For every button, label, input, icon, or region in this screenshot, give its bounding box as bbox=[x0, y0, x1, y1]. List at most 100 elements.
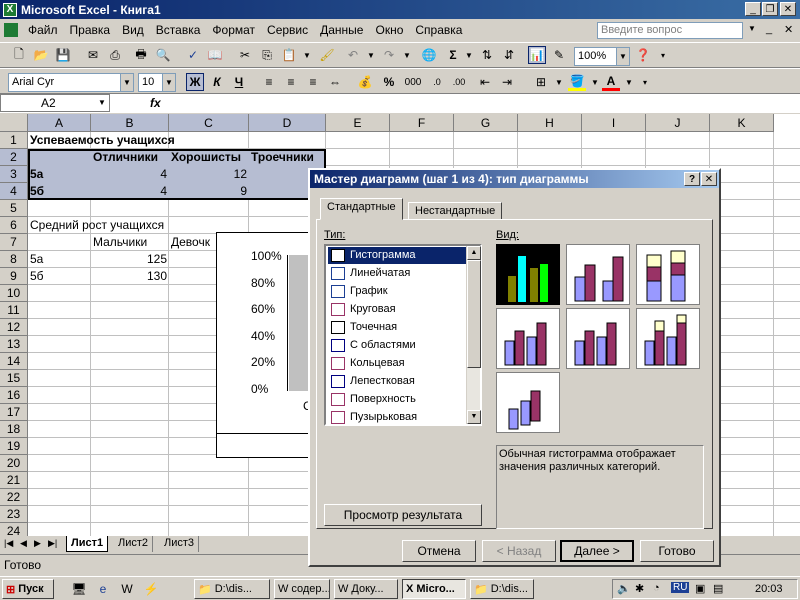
chart-type-list[interactable]: Гистограмма Линейчатая График Круговая Точеч… bbox=[324, 244, 482, 426]
zoom-select[interactable]: 100% ▼ bbox=[574, 47, 630, 66]
currency-icon[interactable]: 💰 bbox=[356, 73, 374, 91]
chart-subtype-thumb[interactable] bbox=[496, 244, 560, 305]
tab-sheet2[interactable]: Лист2 bbox=[114, 536, 154, 552]
name-box[interactable]: A2 bbox=[0, 94, 110, 112]
row2-label-5b[interactable]: 5б bbox=[28, 268, 46, 285]
chart-subtype-gallery[interactable] bbox=[496, 244, 706, 434]
cut-icon[interactable]: ✂ bbox=[236, 46, 254, 64]
row-header-21[interactable]: 21 bbox=[0, 472, 28, 489]
font-select[interactable]: Arial Cyr ▼ bbox=[8, 73, 134, 92]
start-button[interactable]: ⊞ Пуск bbox=[2, 579, 54, 599]
row-header-23[interactable]: 23 bbox=[0, 506, 28, 523]
toolbar2-options-icon[interactable]: ▾ bbox=[636, 73, 654, 91]
borders-dropdown-icon[interactable]: ▼ bbox=[550, 73, 568, 91]
menu-tools[interactable]: Сервис bbox=[261, 23, 314, 37]
volume-icon[interactable]: 🔈 bbox=[617, 582, 631, 595]
quicklaunch-word-icon[interactable]: W bbox=[118, 580, 136, 598]
header-girls[interactable]: Девочк bbox=[169, 234, 212, 251]
column-header-d[interactable]: D bbox=[249, 114, 326, 132]
minimize-button[interactable]: _ bbox=[745, 2, 761, 16]
chart-wizard-icon[interactable]: 📊 bbox=[528, 46, 546, 64]
format-painter-icon[interactable]: 🖌 bbox=[318, 46, 336, 64]
header-excellent[interactable]: Отличники bbox=[91, 149, 169, 166]
redo-icon[interactable]: ↷ bbox=[380, 46, 398, 64]
research-icon[interactable]: 📖 bbox=[206, 46, 224, 64]
scroll-up-icon[interactable]: ▲ bbox=[467, 246, 481, 260]
column-header-f[interactable]: F bbox=[390, 114, 454, 132]
row-header-11[interactable]: 11 bbox=[0, 302, 28, 319]
quicklaunch-folder-icon[interactable]: ⚡ bbox=[142, 580, 160, 598]
menu-help[interactable]: Справка bbox=[409, 23, 468, 37]
embedded-chart[interactable]: 100%80%60%40%20%0% С bbox=[216, 232, 317, 458]
row-header-13[interactable]: 13 bbox=[0, 336, 28, 353]
chart-type-item[interactable]: Гистограмма bbox=[328, 247, 466, 264]
row-header-12[interactable]: 12 bbox=[0, 319, 28, 336]
bold-button[interactable]: Ж bbox=[186, 73, 204, 91]
fill-color-icon[interactable]: 🪣 bbox=[568, 73, 586, 91]
back-button[interactable]: < Назад bbox=[482, 540, 556, 562]
print-icon[interactable]: ⎙ bbox=[106, 46, 124, 64]
next-sheet-icon[interactable]: ▶ bbox=[34, 538, 41, 549]
decrease-decimal-icon[interactable]: .00 bbox=[450, 73, 468, 91]
row-label-5a[interactable]: 5а bbox=[28, 166, 45, 183]
redo-dropdown-icon[interactable]: ▼ bbox=[398, 46, 416, 64]
hyperlink-icon[interactable]: 🌐 bbox=[420, 46, 438, 64]
drawing-icon[interactable]: ✎ bbox=[550, 46, 568, 64]
sort-desc-icon[interactable]: ⇵ bbox=[500, 46, 518, 64]
increase-decimal-icon[interactable]: .0 bbox=[428, 73, 446, 91]
row-header-22[interactable]: 22 bbox=[0, 489, 28, 506]
cell-c3[interactable]: 12 bbox=[169, 166, 249, 183]
chart-type-item[interactable]: Пузырьковая bbox=[328, 409, 466, 426]
chart-type-item[interactable]: Лепестковая bbox=[328, 373, 466, 390]
font-color-icon[interactable]: A bbox=[602, 73, 620, 91]
permission-icon[interactable]: ✉ bbox=[84, 46, 102, 64]
percent-icon[interactable]: % bbox=[380, 73, 398, 91]
cell-b8[interactable]: 125 bbox=[91, 251, 169, 268]
new-icon[interactable]: 🗋 bbox=[10, 46, 28, 64]
align-left-icon[interactable]: ≡ bbox=[260, 73, 278, 91]
scroll-down-icon[interactable]: ▼ bbox=[467, 410, 481, 424]
paste-dropdown-icon[interactable]: ▼ bbox=[298, 46, 316, 64]
increase-indent-icon[interactable]: ⇥ bbox=[498, 73, 516, 91]
type-list-scrollbar[interactable]: ▲ ▼ bbox=[466, 246, 481, 424]
font-size-select[interactable]: 10 ▼ bbox=[138, 73, 176, 92]
row2-label-5a[interactable]: 5а bbox=[28, 251, 45, 268]
row-header-20[interactable]: 20 bbox=[0, 455, 28, 472]
menu-format[interactable]: Формат bbox=[206, 23, 261, 37]
quicklaunch-desktop-icon[interactable]: 🖥 bbox=[70, 580, 88, 598]
restore-button[interactable]: ❐ bbox=[762, 2, 778, 16]
header-boys[interactable]: Мальчики bbox=[91, 234, 149, 251]
dialog-help-button[interactable]: ? bbox=[684, 172, 700, 186]
header-satisfactory[interactable]: Троечники bbox=[249, 149, 326, 166]
spelling-icon[interactable]: ✓ bbox=[184, 46, 202, 64]
chart-type-item[interactable]: Точечная bbox=[328, 319, 466, 336]
row-label-5b[interactable]: 5б bbox=[28, 183, 46, 200]
autosum-dropdown-icon[interactable]: ▼ bbox=[460, 46, 478, 64]
copy-icon[interactable]: ⎘ bbox=[258, 46, 276, 64]
chart-type-item[interactable]: С областями bbox=[328, 337, 466, 354]
row-header-19[interactable]: 19 bbox=[0, 438, 28, 455]
save-icon[interactable]: 💾 bbox=[54, 46, 72, 64]
row-header-5[interactable]: 5 bbox=[0, 200, 28, 217]
clock-icon[interactable]: ◔ bbox=[653, 582, 660, 594]
row-header-17[interactable]: 17 bbox=[0, 404, 28, 421]
table2-title[interactable]: Средний рост учащихся bbox=[28, 217, 166, 234]
row-header-18[interactable]: 18 bbox=[0, 421, 28, 438]
column-header-a[interactable]: A bbox=[28, 114, 91, 132]
column-header-b[interactable]: B bbox=[91, 114, 169, 132]
taskbar-task[interactable]: W Доку... bbox=[334, 579, 398, 599]
decrease-indent-icon[interactable]: ⇤ bbox=[476, 73, 494, 91]
cell-b9[interactable]: 130 bbox=[91, 268, 169, 285]
row-header-15[interactable]: 15 bbox=[0, 370, 28, 387]
select-all-corner[interactable] bbox=[0, 114, 28, 132]
tab-custom[interactable]: Нестандартные bbox=[408, 202, 503, 220]
column-header-i[interactable]: I bbox=[582, 114, 646, 132]
menu-edit[interactable]: Правка bbox=[64, 23, 117, 37]
chart-type-item[interactable]: Кольцевая bbox=[328, 355, 466, 372]
prev-sheet-icon[interactable]: ◀ bbox=[20, 538, 27, 549]
row-header-14[interactable]: 14 bbox=[0, 353, 28, 370]
chart-subtype-thumb[interactable] bbox=[636, 308, 700, 369]
chart-type-item[interactable]: График bbox=[328, 283, 466, 300]
row-header-2[interactable]: 2 bbox=[0, 149, 28, 166]
doc-close-button[interactable]: ✕ bbox=[784, 23, 793, 36]
